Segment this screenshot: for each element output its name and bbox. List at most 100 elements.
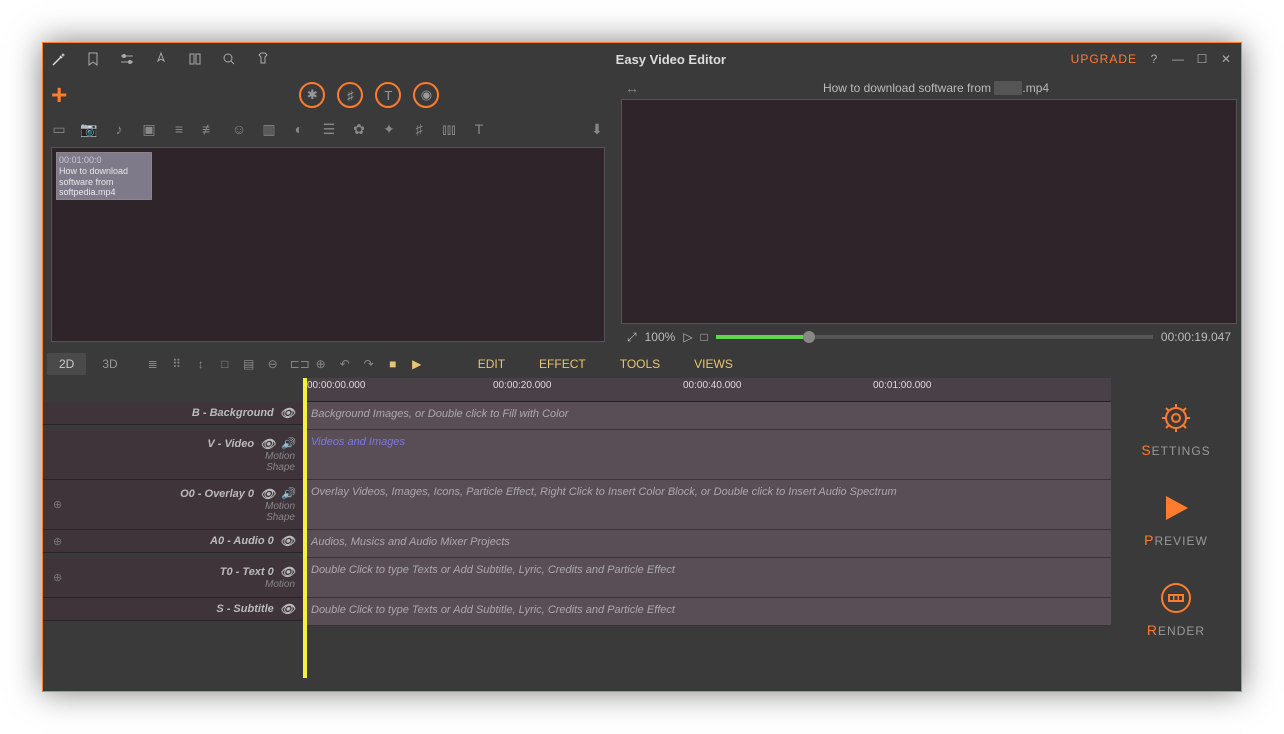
sliders-icon[interactable] [119, 51, 135, 67]
flower-icon[interactable]: ✿ [351, 121, 367, 137]
render-button[interactable]: RENDER [1147, 578, 1205, 638]
gear-icon [1156, 398, 1196, 438]
play-button[interactable]: ▷ [683, 330, 692, 344]
updown-icon[interactable]: ↕ [194, 357, 208, 371]
fullscreen-icon[interactable]: ⤢ [627, 330, 637, 345]
preview-panel: ↔ How to download software from ------.m… [613, 75, 1241, 350]
contrast-icon[interactable]: ◐ [291, 121, 307, 137]
stop-icon[interactable]: ■ [386, 357, 400, 371]
track-body-audio[interactable]: Audios, Musics and Audio Mixer Projects [303, 530, 1111, 558]
list-icon[interactable]: ☰ [321, 121, 337, 137]
smile-icon[interactable]: ☺ [231, 121, 247, 137]
camera-icon[interactable]: 📷 [81, 121, 97, 137]
add-track-button[interactable]: ⊕ [53, 498, 62, 511]
tab-3d[interactable]: 3D [90, 353, 129, 375]
play-icon[interactable]: ▶ [410, 357, 424, 371]
compass-icon[interactable] [153, 51, 169, 67]
close-button[interactable]: ✕ [1219, 52, 1233, 66]
track-head-subtitle[interactable]: S - Subtitle 👁 [43, 598, 303, 621]
zoom-level: 100% [645, 330, 676, 344]
speaker-icon[interactable]: 🔊 [281, 437, 295, 450]
media-bin[interactable]: 00:01:00:0 How to download software from… [51, 147, 605, 342]
media-clip-thumb[interactable]: 00:01:00:0 How to download software from… [56, 152, 152, 200]
preview-button[interactable]: PREVIEW [1144, 488, 1208, 548]
maximize-button[interactable]: ☐ [1195, 52, 1209, 66]
zoom-out-icon[interactable]: ⊖ [266, 357, 280, 371]
track-body-video[interactable]: Videos and Images [303, 430, 1111, 480]
track-head-background[interactable]: B - Background 👁 [43, 402, 303, 425]
upgrade-button[interactable]: UPGRADE [1071, 52, 1137, 66]
eye-icon[interactable]: 👁 [280, 534, 295, 548]
help-button[interactable]: ? [1147, 52, 1161, 66]
progress-thumb[interactable] [803, 331, 815, 343]
timeline: 00:00:00.000 00:00:20.000 00:00:40.000 0… [43, 378, 1111, 691]
player-controls: ⤢ 100% ▷ □ 00:00:19.047 [621, 324, 1237, 350]
track-head-text[interactable]: ⊕ T0 - Text 0 👁 Motion [43, 558, 303, 598]
asterisk-icon[interactable]: ✱ [299, 82, 325, 108]
resize-arrow-icon[interactable]: ↔ [625, 80, 639, 96]
type-icon[interactable]: T [471, 121, 487, 137]
puzzle-icon[interactable]: ✦ [381, 121, 397, 137]
fx-icon[interactable]: ≡ [171, 121, 187, 137]
track-body-background[interactable]: Background Images, or Double click to Fi… [303, 402, 1111, 430]
track-body-subtitle[interactable]: Double Click to type Texts or Add Subtit… [303, 598, 1111, 626]
undo-icon[interactable]: ↶ [338, 357, 352, 371]
frame-icon[interactable]: ▭ [51, 121, 67, 137]
menu-effect[interactable]: EFFECT [539, 357, 586, 371]
settings-button[interactable]: SETTINGS [1141, 398, 1210, 458]
note-icon[interactable]: ♪ [111, 121, 127, 137]
track-head-overlay[interactable]: ⊕ O0 - Overlay 0 👁 🔊 Motion Shape [43, 480, 303, 530]
bookmark-icon[interactable] [85, 51, 101, 67]
play-triangle-icon [1156, 488, 1196, 528]
time-ruler[interactable]: 00:00:00.000 00:00:20.000 00:00:40.000 0… [303, 378, 1111, 402]
add-track-button[interactable]: ⊕ [53, 571, 62, 584]
playhead-time: 00:00:19.047 [1161, 330, 1231, 344]
action-rail: SETTINGS PREVIEW RENDER [1111, 378, 1241, 691]
music-note-icon[interactable]: ♯ [337, 82, 363, 108]
eye-icon[interactable]: 👁 [280, 565, 295, 579]
align-icon[interactable]: ≢ [201, 121, 217, 137]
track-body-text[interactable]: Double Click to type Texts or Add Subtit… [303, 558, 1111, 598]
track-head-video[interactable]: V - Video 👁 🔊 Motion Shape [43, 430, 303, 480]
search-icon[interactable] [221, 51, 237, 67]
grid-view-icon[interactable]: ⠿ [170, 357, 184, 371]
zoom-in-icon[interactable]: ⊕ [314, 357, 328, 371]
menu-edit[interactable]: EDIT [478, 357, 505, 371]
person-icon[interactable]: ◉ [413, 82, 439, 108]
playhead[interactable] [303, 378, 307, 678]
speaker-icon[interactable]: 🔊 [281, 487, 295, 500]
stop-button[interactable]: □ [701, 330, 708, 344]
film-icon[interactable]: ▣ [141, 121, 157, 137]
timeline-menubar: 2D 3D ≣ ⠿ ↕ □ ▤ ⊖ ⊏⊐ ⊕ ↶ ↷ ■ ▶ EDIT EFFE… [43, 350, 1241, 378]
menu-tools[interactable]: TOOLS [620, 357, 660, 371]
preview-viewport[interactable] [621, 99, 1237, 324]
eq-icon[interactable]: ⫾⫾⫾ [441, 121, 457, 137]
app-window: Easy Video Editor UPGRADE ? — ☐ ✕ + ✱ ♯ … [42, 42, 1242, 692]
progress-bar[interactable] [716, 335, 1153, 339]
minimize-button[interactable]: — [1171, 52, 1185, 66]
text-icon[interactable]: T [375, 82, 401, 108]
battery-icon[interactable]: ▥ [261, 121, 277, 137]
media-panel: + ✱ ♯ T ◉ ▭ 📷 ♪ ▣ ≡ ≢ ☺ ▥ [43, 75, 613, 350]
eye-icon[interactable]: 👁 [260, 437, 275, 451]
fit-icon[interactable]: ⊏⊐ [290, 357, 304, 371]
layout-icon[interactable]: ▤ [242, 357, 256, 371]
tab-2d[interactable]: 2D [47, 353, 86, 375]
redo-icon[interactable]: ↷ [362, 357, 376, 371]
eye-icon[interactable]: 👁 [280, 406, 295, 420]
menu-views[interactable]: VIEWS [694, 357, 733, 371]
square-icon[interactable]: □ [218, 357, 232, 371]
shirt-icon[interactable] [255, 51, 271, 67]
wand-icon[interactable] [51, 51, 67, 67]
add-track-button[interactable]: ⊕ [53, 535, 62, 548]
track-body-overlay[interactable]: Overlay Videos, Images, Icons, Particle … [303, 480, 1111, 530]
add-media-button[interactable]: + [51, 79, 67, 111]
eye-icon[interactable]: 👁 [280, 602, 295, 616]
app-title: Easy Video Editor [271, 52, 1071, 67]
grid-icon[interactable]: ♯ [411, 121, 427, 137]
eye-icon[interactable]: 👁 [260, 487, 275, 501]
columns-icon[interactable] [187, 51, 203, 67]
list-view-icon[interactable]: ≣ [146, 357, 160, 371]
track-head-audio[interactable]: ⊕ A0 - Audio 0 👁 [43, 530, 303, 553]
download-icon[interactable]: ⬇ [589, 121, 605, 137]
